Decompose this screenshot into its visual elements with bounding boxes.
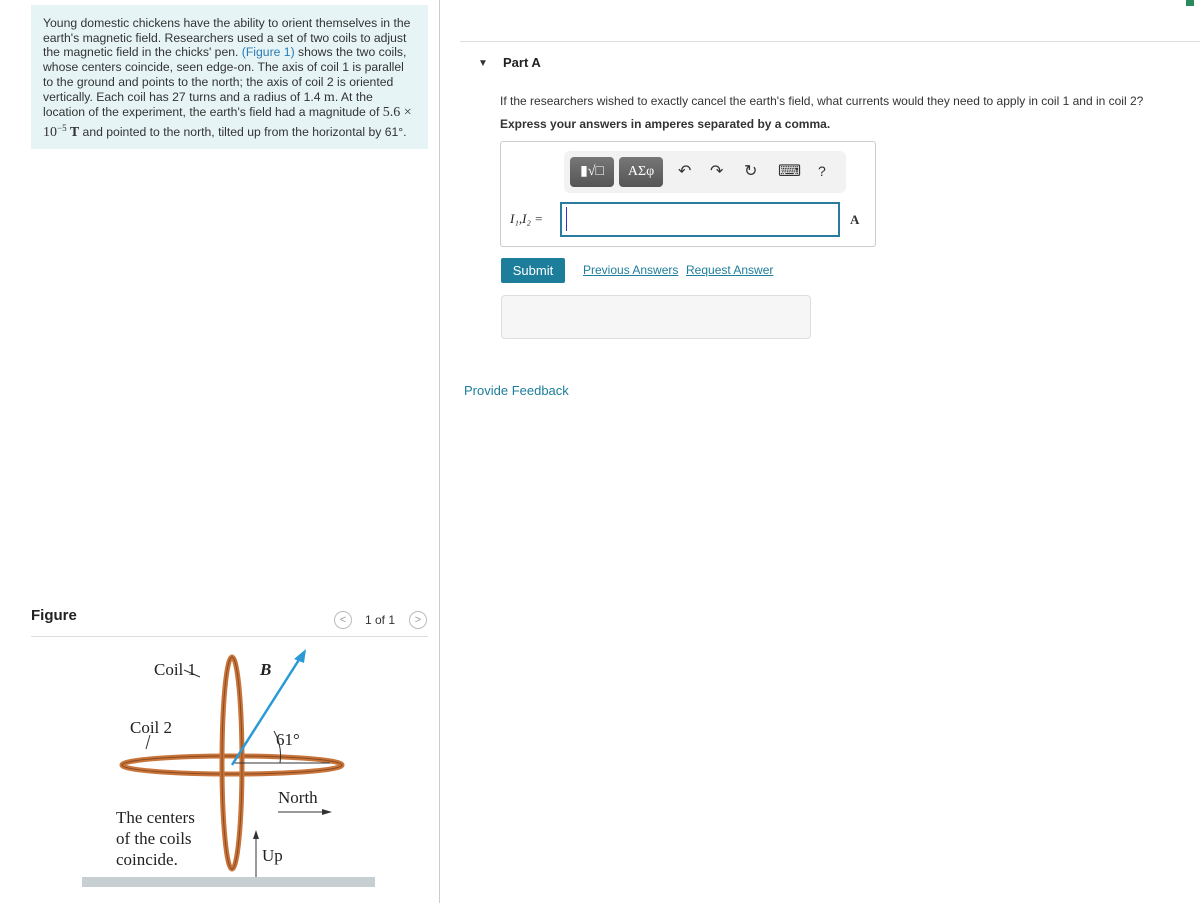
note-line: The centers: [116, 808, 195, 827]
provide-feedback-link[interactable]: Provide Feedback: [464, 383, 569, 398]
next-figure-button[interactable]: >: [409, 611, 427, 629]
up-label: Up: [262, 846, 283, 865]
coil2-leader: [145, 734, 151, 750]
coil-2-label: Coil 2: [130, 718, 172, 737]
figure-pager: 1 of 1: [365, 613, 396, 627]
keyboard-icon[interactable]: ⌨: [778, 161, 801, 181]
note-line: of the coils: [116, 829, 192, 848]
figure-link[interactable]: (Figure 1): [242, 45, 295, 59]
text-caret: [566, 207, 567, 231]
problem-text: and pointed to the north, tilted up from…: [79, 124, 407, 139]
collapse-triangle-icon[interactable]: ▼: [478, 58, 488, 69]
help-icon[interactable]: ?: [818, 163, 826, 179]
undo-icon[interactable]: ↶: [678, 161, 691, 181]
coils-figure: Coil 1 Coil 2 B 61° North Up The centers…: [82, 649, 375, 887]
figure-divider: [31, 636, 428, 637]
previous-answers-link[interactable]: Previous Answers: [583, 263, 678, 277]
equation-label: I₁,I₂ =: [510, 211, 543, 226]
field-arrowhead: [294, 649, 306, 663]
panel-divider: [439, 0, 440, 903]
templates-button[interactable]: ▮√□: [570, 157, 614, 187]
question-text: If the researchers wished to exactly can…: [500, 94, 1144, 108]
unit-m: m: [323, 89, 335, 105]
b-label: B: [259, 660, 271, 679]
problem-statement: Young domestic chickens have the ability…: [31, 5, 428, 149]
math-toolbar: ▮√□ ΑΣφ ↶ ↷ ↻ ⌨ ?: [564, 151, 846, 193]
note-line: coincide.: [116, 850, 178, 869]
instruction-text: Express your answers in amperes separate…: [500, 117, 831, 131]
request-answer-link[interactable]: Request Answer: [686, 263, 773, 277]
greek-symbols-button[interactable]: ΑΣφ: [619, 157, 663, 187]
coil-1-label: Coil 1: [154, 660, 196, 679]
figure-label: Figure: [31, 607, 77, 624]
part-divider: [460, 41, 1200, 42]
corner-indicator: [1186, 0, 1194, 6]
up-arrowhead: [253, 830, 259, 839]
redo-icon[interactable]: ↷: [710, 161, 723, 181]
answer-input[interactable]: [560, 202, 840, 237]
unit-label: A: [850, 212, 860, 227]
north-label: North: [278, 788, 318, 807]
part-title[interactable]: Part A: [503, 55, 541, 70]
ground: [82, 877, 375, 887]
field-exponent: −5: [57, 122, 67, 133]
prev-figure-button[interactable]: <: [334, 611, 352, 629]
feedback-box: [501, 295, 811, 339]
angle-label: 61°: [276, 730, 300, 749]
submit-button[interactable]: Submit: [501, 258, 565, 283]
reset-icon[interactable]: ↻: [744, 161, 757, 181]
north-arrowhead: [322, 809, 332, 815]
field-unit: T: [66, 124, 80, 140]
